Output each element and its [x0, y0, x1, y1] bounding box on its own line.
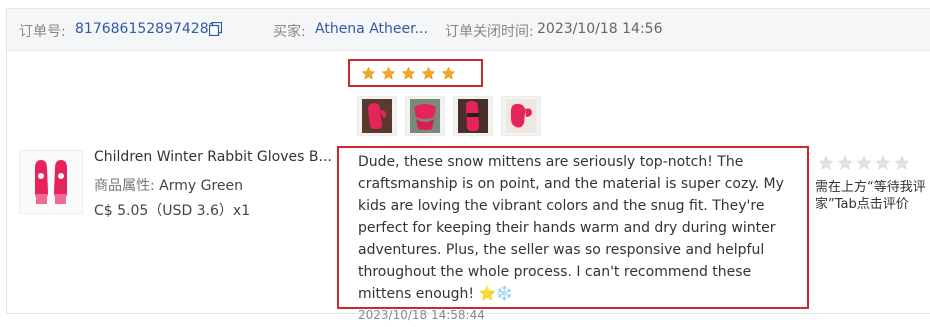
review-photo-thumbnail[interactable]: [405, 96, 445, 136]
product-image[interactable]: [19, 150, 83, 214]
order-header: 订单号: 8176861528974282 买家: Athena Atheer.…: [7, 9, 930, 51]
star-icon: [401, 66, 416, 80]
review-photo-thumbnail[interactable]: [453, 96, 493, 136]
review-photo-thumbnail[interactable]: [357, 96, 397, 136]
product-title-link[interactable]: Children Winter Rabbit Gloves B...: [94, 149, 332, 165]
copy-icon[interactable]: [209, 22, 222, 36]
star-icon[interactable]: [818, 155, 834, 171]
glove-image: [506, 99, 536, 133]
star-icon: [361, 66, 376, 80]
buyer-name-link[interactable]: Athena Atheer...: [315, 21, 428, 37]
glove-image: [458, 99, 488, 133]
order-number-link[interactable]: 8176861528974282: [75, 21, 218, 37]
star-icon: [421, 66, 436, 80]
close-time-label: 订单关闭时间:: [445, 24, 534, 40]
order-number-label: 订单号:: [19, 24, 66, 40]
star-icon[interactable]: [837, 155, 853, 171]
star-icon[interactable]: [875, 155, 891, 171]
buyer-label: 买家:: [273, 24, 306, 40]
seller-rating-stars[interactable]: [818, 155, 910, 171]
star-icon[interactable]: [894, 155, 910, 171]
close-time-value: 2023/10/18 14:56: [537, 21, 663, 37]
review-photo-thumbnail[interactable]: [501, 96, 541, 136]
star-icon: [441, 66, 456, 80]
product-attribute: 商品属性: Army Green: [94, 175, 243, 195]
product-attribute-label: 商品属性:: [94, 178, 155, 194]
glove-image: [362, 99, 392, 133]
review-text: Dude, these snow mittens are seriously t…: [358, 154, 784, 302]
review-box: Dude, these snow mittens are seriously t…: [337, 146, 809, 322]
review-photos: [357, 96, 541, 136]
review-date: 2023/10/18 14:58:44: [358, 308, 485, 322]
product-rating: [348, 59, 483, 87]
product-price: C$ 5.05（USD 3.6）x1: [94, 203, 251, 219]
star-icon: [381, 66, 396, 80]
product-attribute-value: Army Green: [159, 178, 244, 194]
glove-image: [35, 160, 67, 204]
glove-image: [410, 99, 440, 133]
star-icon[interactable]: [856, 155, 872, 171]
rating-hint: 需在上方“等待我评 家”Tab点击评价: [815, 180, 926, 212]
